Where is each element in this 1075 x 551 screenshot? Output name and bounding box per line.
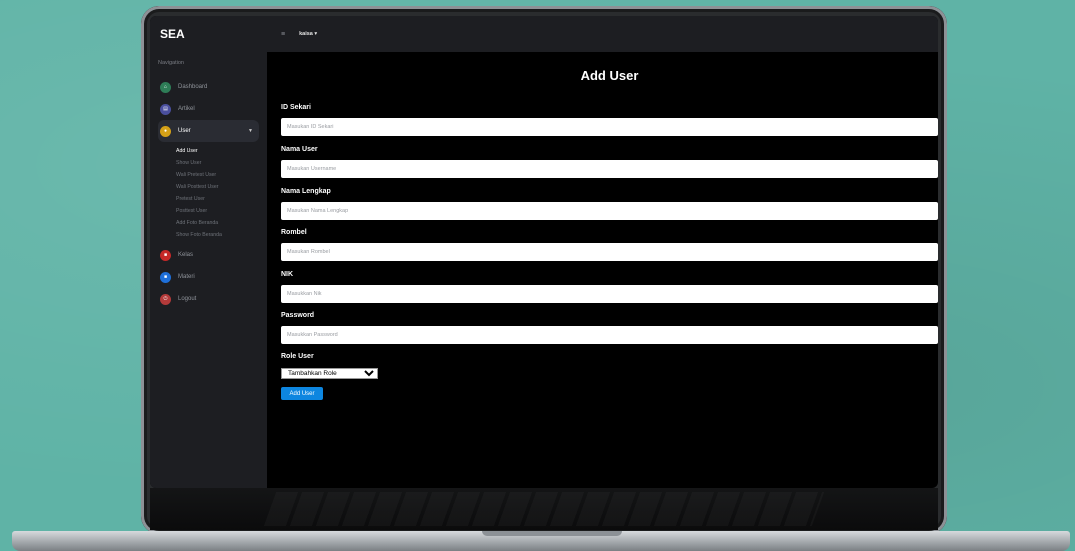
role-user-label: Role User xyxy=(281,353,314,360)
nav-section-title: Navigation xyxy=(158,60,184,66)
keyboard-reflection xyxy=(150,488,938,530)
role-user-select[interactable]: Tambahkan Role xyxy=(281,368,378,379)
sidebar-item-kelas[interactable]: ■ Kelas xyxy=(158,244,259,266)
id-sekari-input[interactable] xyxy=(281,118,938,136)
topbar: ≡ kaisa ▾ xyxy=(267,16,938,52)
password-input[interactable] xyxy=(281,326,938,344)
laptop-notch xyxy=(482,531,622,536)
nik-input[interactable] xyxy=(281,285,938,303)
nama-lengkap-label: Nama Lengkap xyxy=(281,188,331,195)
id-sekari-label: ID Sekari xyxy=(281,104,311,111)
sidebar-item-label: Kelas xyxy=(178,252,194,258)
home-icon: ⌂ xyxy=(160,81,171,93)
logout-icon: ⏻ xyxy=(160,293,171,305)
sidebar-item-label: Materi xyxy=(178,274,195,280)
user-menu-dropdown[interactable]: kaisa ▾ xyxy=(299,31,317,37)
rombel-input[interactable] xyxy=(281,243,938,261)
nik-label: NIK xyxy=(281,271,294,278)
sidebar-item-materi[interactable]: ■ Materi xyxy=(158,266,259,288)
sidebar: SEA Navigation ⌂ Dashboard ▤ Artikel ● U… xyxy=(150,16,267,488)
sidebar-item-dashboard[interactable]: ⌂ Dashboard xyxy=(158,76,259,98)
sidebar-item-label: User xyxy=(178,128,191,134)
submenu-wali-pretest-user[interactable]: Wali Pretest User xyxy=(176,169,267,181)
sidebar-item-artikel[interactable]: ▤ Artikel xyxy=(158,98,259,120)
submenu-show-foto-beranda[interactable]: Show Foto Beranda xyxy=(176,229,267,241)
article-icon: ▤ xyxy=(160,103,171,115)
rombel-label: Rombel xyxy=(281,229,307,236)
sidebar-item-label: Logout xyxy=(178,296,197,302)
sidebar-item-label: Artikel xyxy=(178,106,195,112)
submenu-add-user[interactable]: Add User xyxy=(176,145,267,157)
class-icon: ■ xyxy=(160,249,171,261)
submenu-pretest-user[interactable]: Pretest User xyxy=(176,193,267,205)
submenu-wali-posttest-user[interactable]: Wali Posttest User xyxy=(176,181,267,193)
add-user-button[interactable]: Add User xyxy=(281,387,323,400)
user-submenu: Add User Show User Wali Pretest User Wal… xyxy=(150,142,267,244)
user-icon: ● xyxy=(160,125,171,137)
chevron-down-icon: ▼ xyxy=(248,128,253,134)
hamburger-icon[interactable]: ≡ xyxy=(281,31,285,38)
laptop-screen: SEA Navigation ⌂ Dashboard ▤ Artikel ● U… xyxy=(150,16,938,488)
sidebar-item-user[interactable]: ● User ▼ xyxy=(158,120,259,142)
nama-lengkap-input[interactable] xyxy=(281,202,938,220)
sidebar-item-logout[interactable]: ⏻ Logout xyxy=(158,288,259,310)
brand-logo[interactable]: SEA xyxy=(150,16,267,52)
book-icon: ■ xyxy=(160,271,171,283)
page-title: Add User xyxy=(580,68,639,83)
add-user-form: Add User ID Sekari Nama User Nama Lengka… xyxy=(281,52,938,488)
submenu-show-user[interactable]: Show User xyxy=(176,157,267,169)
submenu-add-foto-beranda[interactable]: Add Foto Beranda xyxy=(176,217,267,229)
sidebar-item-label: Dashboard xyxy=(178,84,208,90)
password-label: Password xyxy=(281,312,315,319)
laptop-base xyxy=(12,531,1070,551)
nama-user-label: Nama User xyxy=(281,146,318,153)
submenu-posttest-user[interactable]: Posttest User xyxy=(176,205,267,217)
nama-user-input[interactable] xyxy=(281,160,938,178)
